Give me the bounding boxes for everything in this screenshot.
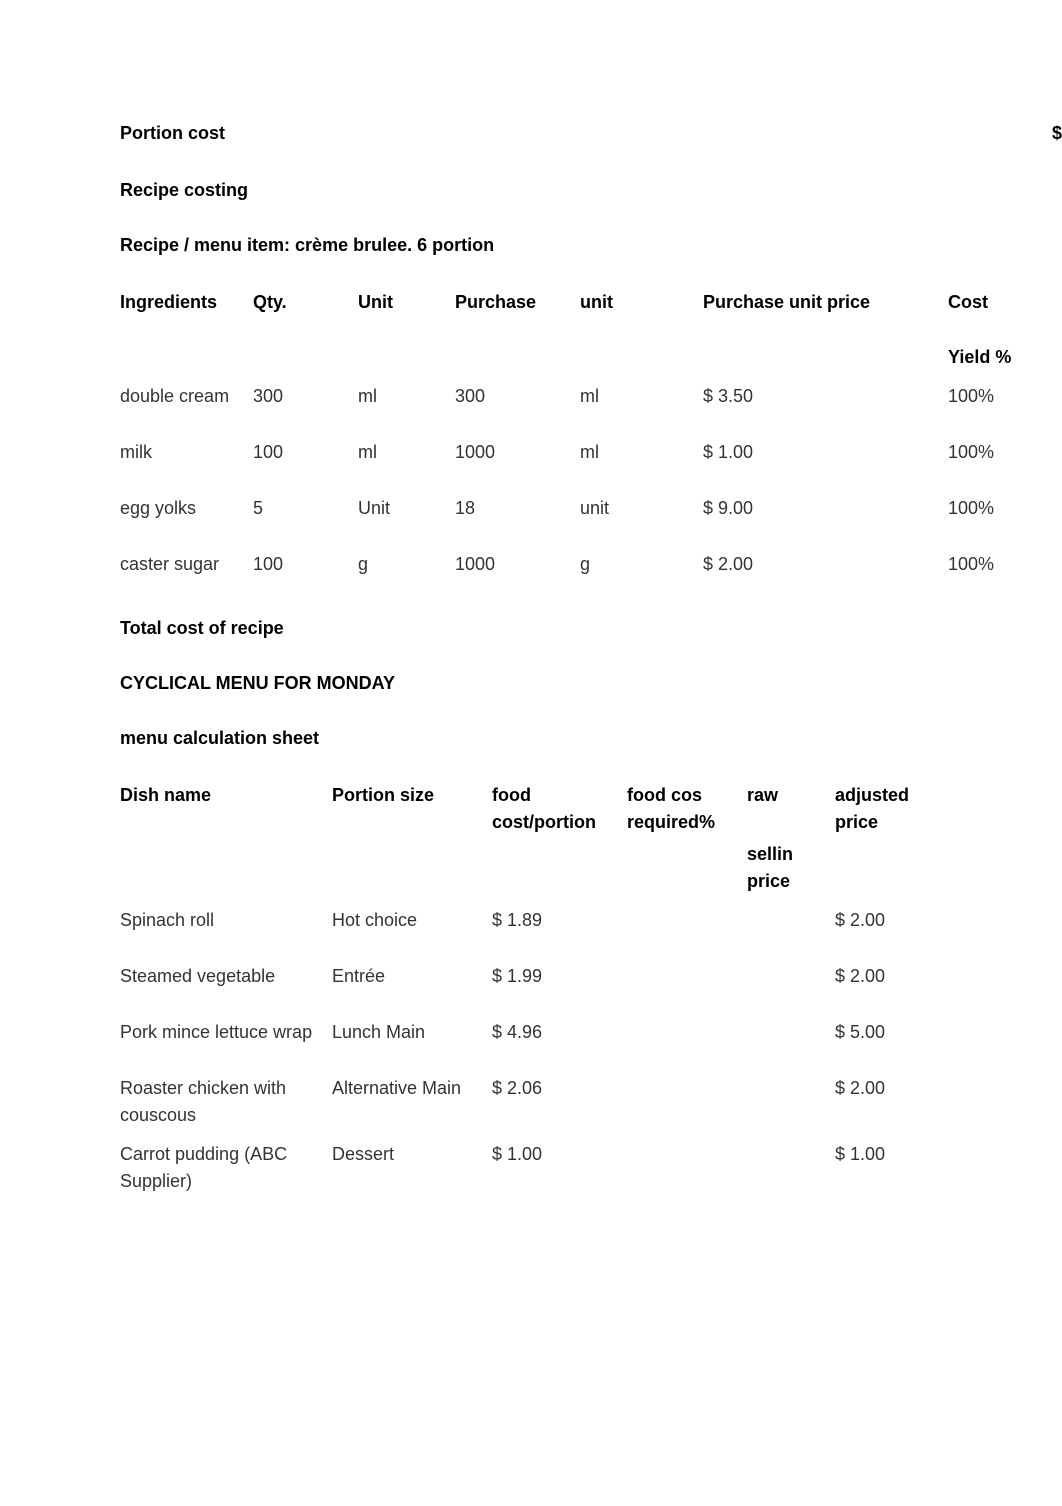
portion-cost-label: Portion cost (120, 120, 225, 147)
col-ingredients: Ingredients (120, 289, 253, 316)
col-unit: Unit (358, 289, 455, 316)
menu-table: Dish name Portion size food cost/portion… (120, 770, 1062, 1195)
cell-unit2: unit (580, 495, 703, 522)
recipe-table-header: Ingredients Qty. Unit Purchase unit Purc… (120, 277, 1062, 371)
cell-dish: Roaster chicken with couscous (120, 1075, 332, 1129)
cell-unit2: g (580, 551, 703, 578)
cell-dish: Steamed vegetable (120, 963, 332, 990)
cell-qty: 300 (253, 383, 358, 410)
col-food-cos-req: food cos required% (627, 782, 747, 836)
table-row: egg yolks 5 Unit 18 unit $ 9.00 100% (120, 483, 1062, 539)
cell-qty: 5 (253, 495, 358, 522)
cell-unit: Unit (358, 495, 455, 522)
cell-food: $ 1.99 (492, 963, 627, 990)
cell-dish: Carrot pudding (ABC Supplier) (120, 1141, 332, 1195)
cell-portion: Alternative Main (332, 1075, 492, 1102)
cell-adj: $ 5.00 (835, 1019, 935, 1046)
cell-yield: 100% (948, 495, 1058, 522)
cell-purchase: 18 (455, 495, 580, 522)
cell-dish: Spinach roll (120, 907, 332, 934)
cell-price: $ 3.50 (703, 383, 948, 410)
recipe-costing-heading: Recipe costing (120, 177, 1062, 204)
cell-ingredient: double cream (120, 383, 253, 410)
col-unit2: unit (580, 289, 703, 316)
portion-cost-row: Portion cost $ (120, 120, 1062, 147)
col-yield: Yield % (948, 344, 1058, 371)
cell-yield: 100% (948, 383, 1058, 410)
cell-yield: 100% (948, 439, 1058, 466)
table-row: Carrot pudding (ABC Supplier) Dessert $ … (120, 1129, 1062, 1195)
cyclical-menu-heading: CYCLICAL MENU FOR MONDAY (120, 670, 1062, 697)
cell-unit: g (358, 551, 455, 578)
cell-portion: Hot choice (332, 907, 492, 934)
recipe-subtitle: Recipe / menu item: crème brulee. 6 port… (120, 232, 1062, 259)
cell-adj: $ 1.00 (835, 1141, 935, 1168)
cell-unit2: ml (580, 439, 703, 466)
col-raw: raw (747, 782, 835, 809)
cell-price: $ 2.00 (703, 551, 948, 578)
col-adjusted: adjusted price (835, 782, 935, 836)
cell-purchase: 300 (455, 383, 580, 410)
table-row: Spinach roll Hot choice $ 1.89 $ 2.00 (120, 895, 1062, 951)
cell-portion: Entrée (332, 963, 492, 990)
cell-unit: ml (358, 383, 455, 410)
cell-purchase: 1000 (455, 439, 580, 466)
cell-ingredient: egg yolks (120, 495, 253, 522)
cell-portion: Dessert (332, 1141, 492, 1168)
table-row: Roaster chicken with couscous Alternativ… (120, 1063, 1062, 1129)
col-cost-yield: Cost Yield % (948, 289, 1058, 371)
cell-food: $ 1.00 (492, 1141, 627, 1168)
col-raw-sellin: raw sellin price (747, 782, 835, 895)
cell-food: $ 1.89 (492, 907, 627, 934)
cell-adj: $ 2.00 (835, 907, 935, 934)
col-cost: Cost (948, 289, 1058, 316)
cell-food: $ 4.96 (492, 1019, 627, 1046)
cell-ingredient: caster sugar (120, 551, 253, 578)
cell-qty: 100 (253, 551, 358, 578)
col-qty: Qty. (253, 289, 358, 316)
menu-calc-subtitle: menu calculation sheet (120, 725, 1062, 752)
col-dish: Dish name (120, 782, 332, 809)
table-row: Pork mince lettuce wrap Lunch Main $ 4.9… (120, 1007, 1062, 1063)
cell-portion: Lunch Main (332, 1019, 492, 1046)
cell-price: $ 1.00 (703, 439, 948, 466)
table-row: caster sugar 100 g 1000 g $ 2.00 100% (120, 539, 1062, 595)
cell-ingredient: milk (120, 439, 253, 466)
cell-unit: ml (358, 439, 455, 466)
cell-purchase: 1000 (455, 551, 580, 578)
table-row: Steamed vegetable Entrée $ 1.99 $ 2.00 (120, 951, 1062, 1007)
table-row: milk 100 ml 1000 ml $ 1.00 100% (120, 427, 1062, 483)
col-purchase: Purchase (455, 289, 580, 316)
cell-yield: 100% (948, 551, 1058, 578)
col-purchase-unit-price: Purchase unit price (703, 289, 948, 316)
cell-adj: $ 2.00 (835, 1075, 935, 1102)
cell-food: $ 2.06 (492, 1075, 627, 1102)
total-cost-label: Total cost of recipe (120, 615, 1062, 642)
col-food-cost: food cost/portion (492, 782, 627, 836)
cell-unit2: ml (580, 383, 703, 410)
menu-table-header: Dish name Portion size food cost/portion… (120, 770, 1062, 895)
col-portion-size: Portion size (332, 782, 492, 809)
cell-dish: Pork mince lettuce wrap (120, 1019, 332, 1046)
portion-cost-value: $ (1052, 120, 1062, 147)
cell-qty: 100 (253, 439, 358, 466)
col-sellin: sellin price (747, 841, 835, 895)
recipe-table: Ingredients Qty. Unit Purchase unit Purc… (120, 277, 1062, 595)
cell-price: $ 9.00 (703, 495, 948, 522)
cell-adj: $ 2.00 (835, 963, 935, 990)
table-row: double cream 300 ml 300 ml $ 3.50 100% (120, 371, 1062, 427)
